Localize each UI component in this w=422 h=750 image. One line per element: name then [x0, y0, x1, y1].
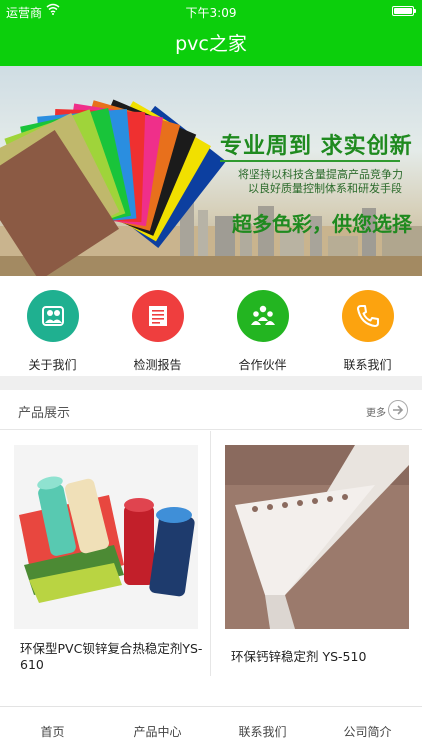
contact-us-icon-circle — [341, 290, 394, 342]
product-image — [14, 445, 198, 629]
status-time: 下午3:09 — [185, 6, 237, 20]
tab-bar: 首页 产品中心 联系我们 公司简介 — [0, 706, 422, 750]
more-link[interactable]: 更多 — [366, 404, 386, 419]
quick-link-about-us[interactable]: 关于我们 — [0, 290, 105, 373]
product-card[interactable]: 环保型PVC钡锌复合热稳定剂YS-610 — [0, 431, 210, 676]
products-section-header: 产品展示 更多 — [0, 390, 422, 430]
product-card[interactable]: 环保钙锌稳定剂 YS-510 — [211, 431, 421, 676]
product-name: 环保型PVC钡锌复合热稳定剂YS-610 — [20, 641, 203, 672]
quick-link-label: 关于我们 — [28, 358, 77, 372]
about-us-icon-circle — [26, 290, 79, 342]
tab-home[interactable]: 首页 — [0, 723, 105, 740]
quick-link-label: 合作伙伴 — [238, 358, 287, 372]
products-section-title: 产品展示 — [18, 406, 71, 421]
banner-divider — [220, 160, 400, 162]
phone-icon — [356, 305, 379, 327]
status-bar: 运营商 下午3:09 — [0, 0, 422, 22]
group-icon — [250, 305, 275, 325]
quick-link-label: 检测报告 — [133, 358, 182, 372]
quick-link-partners[interactable]: 合作伙伴 — [210, 290, 315, 373]
quick-link-contact-us[interactable]: 联系我们 — [315, 290, 420, 373]
tab-product-center[interactable]: 产品中心 — [105, 723, 210, 740]
partners-icon-circle — [236, 290, 289, 342]
quick-link-label: 联系我们 — [343, 358, 392, 372]
foam-rolls-image — [14, 445, 198, 629]
page-title: pvc之家 — [175, 33, 247, 55]
banner-subtext-2: 以良好质量控制体系和研发手段 — [248, 182, 402, 195]
nav-bar: pvc之家 — [0, 22, 422, 66]
product-name: 环保钙锌稳定剂 YS-510 — [231, 649, 367, 664]
product-image — [225, 445, 409, 629]
product-grid: 环保型PVC钡锌复合热稳定剂YS-610 环保钙锌稳定剂 YS-510 — [0, 431, 422, 676]
section-spacer — [0, 376, 422, 390]
banner-carousel[interactable]: 专业周到 求实创新 将坚持以科技含量提高产品竞争力 以良好质量控制体系和研发手段… — [0, 66, 422, 276]
pvc-corner-bead-image — [225, 445, 409, 629]
document-icon — [148, 306, 167, 326]
arrow-right-icon — [393, 405, 404, 415]
more-arrow-icon[interactable] — [388, 400, 408, 420]
tab-company-profile[interactable]: 公司简介 — [315, 723, 420, 740]
banner-tagline: 超多色彩，供您选择 — [232, 212, 412, 236]
battery-icon — [392, 6, 416, 16]
banner-slogan: 专业周到 求实创新 — [220, 134, 413, 159]
tab-contact-us[interactable]: 联系我们 — [210, 723, 315, 740]
quick-links: 关于我们 检测报告 合作伙伴 联系我们 — [0, 276, 422, 376]
test-report-icon-circle — [131, 290, 184, 342]
pvc-color-swatches-image — [0, 99, 226, 276]
people-icon — [41, 306, 64, 326]
quick-link-test-report[interactable]: 检测报告 — [105, 290, 210, 373]
